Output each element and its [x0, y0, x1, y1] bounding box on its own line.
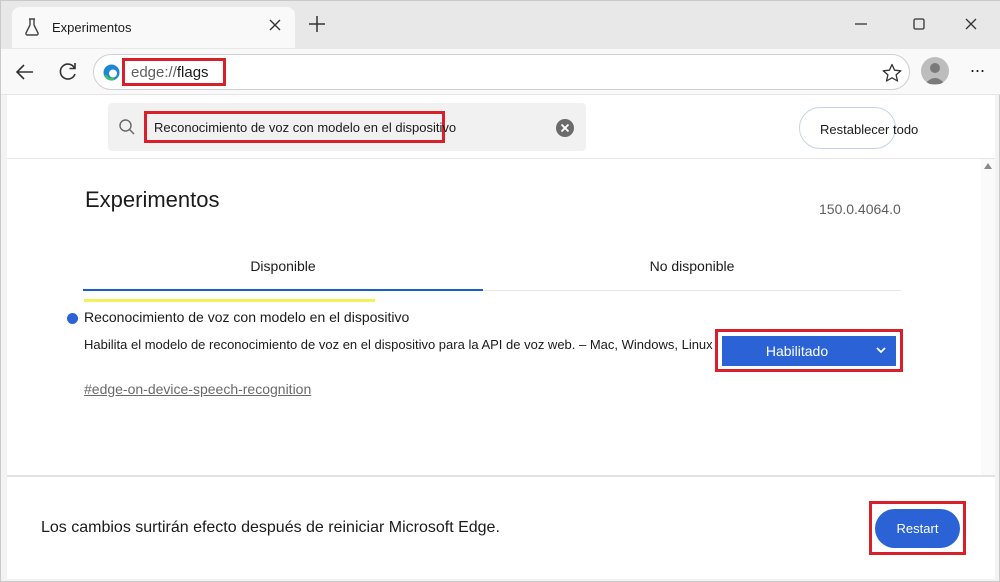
modified-indicator: [67, 313, 78, 324]
tab-unavailable-label: No disponible: [649, 258, 735, 274]
address-bar[interactable]: edge://flags: [93, 54, 910, 90]
flag-entry: Reconocimiento de voz con modelo en el d…: [65, 299, 905, 459]
browser-window: Experimentos edge://flags ··· Reconocimi…: [0, 0, 1000, 582]
search-icon: [119, 119, 135, 135]
search-area: Reconocimiento de voz con modelo en el d…: [7, 95, 995, 159]
restart-highlight: Restart: [869, 501, 966, 555]
search-match-highlight: [84, 299, 375, 302]
clear-icon[interactable]: [555, 118, 575, 138]
select-highlight: Habilitado: [715, 329, 903, 372]
flag-state-value: Habilitado: [765, 343, 829, 359]
browser-tab[interactable]: Experimentos: [12, 7, 295, 48]
reset-all-button[interactable]: Restablecer todo: [799, 107, 918, 149]
tab-available-label: Disponible: [250, 258, 316, 274]
reset-all-label: Restablecer todo: [820, 122, 919, 137]
flags-main: Experimentos 150.0.4064.0 Disponible No …: [7, 159, 981, 475]
restart-footer: Los cambios surtirán efecto después de r…: [7, 475, 995, 579]
maximize-icon[interactable]: [906, 11, 932, 37]
search-input[interactable]: Reconocimiento de voz con modelo en el d…: [108, 103, 586, 151]
close-icon[interactable]: [958, 11, 984, 37]
flag-title: Reconocimiento de voz con modelo en el d…: [84, 309, 410, 325]
version-number: 150.0.4064.0: [819, 201, 901, 217]
plus-icon[interactable]: [306, 13, 328, 35]
restart-button[interactable]: Restart: [875, 509, 960, 548]
restart-message: Los cambios surtirán efecto después de r…: [41, 519, 500, 536]
search-highlight: Reconocimiento de voz con modelo en el d…: [144, 111, 456, 143]
toolbar: edge://flags ···: [1, 49, 1000, 95]
page-content: Reconocimiento de voz con modelo en el d…: [7, 95, 995, 579]
avatar-icon[interactable]: [921, 57, 949, 85]
refresh-icon[interactable]: [55, 59, 81, 85]
edge-logo-icon: [103, 64, 120, 81]
scroll-up-arrow-icon[interactable]: [984, 163, 992, 169]
beaker-icon: [25, 18, 39, 36]
chevron-down-icon: [876, 347, 886, 354]
tab-title: Experimentos: [52, 20, 132, 35]
tab-available[interactable]: Disponible: [83, 243, 483, 291]
url-text[interactable]: edge://flags: [131, 64, 209, 81]
title-bar: Experimentos: [1, 1, 1000, 49]
flag-link[interactable]: #edge-on-device-speech-recognition: [84, 381, 311, 397]
page-title: Experimentos: [85, 187, 220, 212]
close-icon[interactable]: [265, 15, 285, 35]
flag-description: Habilita el modelo de reconocimiento de …: [84, 337, 713, 352]
search-value: Reconocimiento de voz con modelo en el d…: [154, 120, 457, 135]
back-icon[interactable]: [12, 59, 38, 85]
tab-unavailable[interactable]: No disponible: [483, 243, 901, 291]
url-highlight: edge://flags: [122, 58, 226, 86]
flag-state-select[interactable]: Habilitado: [722, 336, 896, 366]
scrollbar[interactable]: [981, 159, 995, 475]
more-icon[interactable]: ···: [966, 61, 988, 83]
star-icon[interactable]: [881, 62, 903, 84]
minimize-icon[interactable]: [848, 11, 874, 37]
flag-tabs: Disponible No disponible: [83, 243, 901, 291]
restart-label: Restart: [896, 521, 939, 536]
